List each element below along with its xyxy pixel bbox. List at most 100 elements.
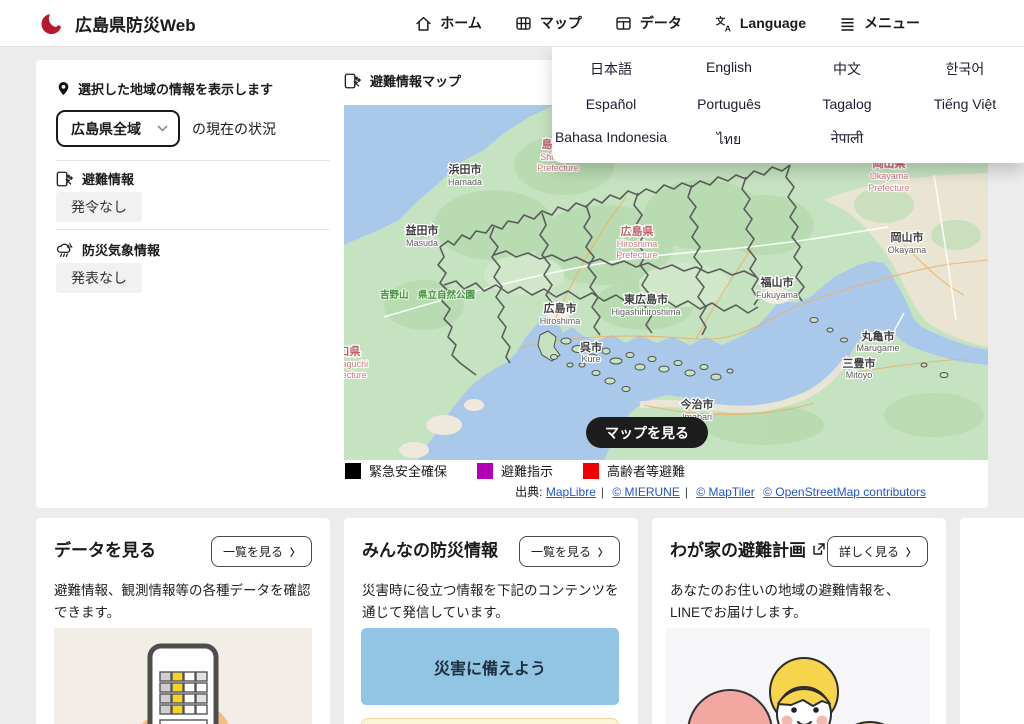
- legend-swatch-magenta: [477, 463, 493, 479]
- see-details-button[interactable]: 詳しく見る 〉: [827, 536, 928, 567]
- phone-hand-illustration: [54, 628, 312, 724]
- card-desc-plan: あなたのお住いの地域の避難情報を、LINEでお届けします。: [670, 580, 928, 625]
- card-title-bousai: みんなの防災情報: [362, 536, 498, 561]
- region-select-suffix: の現在の状況: [192, 119, 276, 139]
- language-icon: 文 A: [714, 14, 733, 33]
- legend-swatch-red: [583, 463, 599, 479]
- legend-label: 高齢者等避難: [607, 461, 685, 480]
- map-label-yamaguchi: 山口県: [344, 344, 361, 358]
- card-title-text: わが家の避難計画: [670, 536, 806, 561]
- view-map-button[interactable]: マップを見る: [586, 417, 708, 448]
- map-label-hiroshima-pref-en2: Prefecture: [616, 250, 658, 260]
- nav-home[interactable]: ホーム: [414, 13, 482, 33]
- map-label-hiroshima-pref: 広島県: [621, 224, 654, 238]
- legend-label: 避難指示: [501, 461, 553, 480]
- lang-spanish[interactable]: Español: [552, 96, 670, 112]
- nav-menu[interactable]: メニュー: [838, 13, 920, 33]
- button-label: 詳しく見る: [839, 543, 899, 560]
- card-title-data: データを見る: [54, 536, 156, 561]
- lang-tagalog[interactable]: Tagalog: [788, 96, 906, 112]
- lang-chinese[interactable]: 中文: [788, 59, 906, 79]
- svg-text:A: A: [725, 23, 731, 33]
- attribution-mierune-link[interactable]: © MIERUNE: [612, 485, 680, 499]
- card-view-data: データを見る 一覧を見る 〉 避難情報、観測情報等の各種データを確認できます。: [36, 518, 330, 724]
- lang-japanese[interactable]: 日本語: [552, 59, 670, 79]
- map-label-hiroshima-pref-en: Hiroshima: [617, 239, 658, 249]
- nav-home-label: ホーム: [440, 13, 482, 33]
- legend-evacuation-order: 避難指示: [477, 461, 553, 480]
- map-label-okayama-city-en: Okayama: [888, 245, 927, 255]
- map-label-imabari: 今治市: [680, 397, 714, 411]
- evacuation-status-badge: 発令なし: [56, 192, 142, 222]
- family-illustration: [666, 628, 930, 724]
- nav-data[interactable]: データ: [614, 13, 682, 33]
- chevron-right-icon: 〉: [598, 544, 608, 559]
- card-head: みんなの防災情報 一覧を見る 〉: [362, 536, 620, 567]
- evacuation-info-heading: 避難情報: [56, 169, 134, 188]
- legend-elderly-evacuation: 高齢者等避難: [583, 461, 685, 480]
- nav-data-label: データ: [640, 13, 682, 33]
- map-label-hiroshima-city-en: Hiroshima: [540, 316, 581, 326]
- weather-info-heading: 防災気象情報: [56, 240, 160, 259]
- lang-korean[interactable]: 한국어: [906, 59, 1024, 79]
- map-label-park: 吉野山 県立自然公園: [380, 289, 475, 301]
- lang-indonesian[interactable]: Bahasa Indonesia: [552, 129, 670, 151]
- weather-alert-icon: [56, 241, 74, 259]
- attribution-osm-link[interactable]: © OpenStreetMap contributors: [763, 485, 926, 499]
- family-drawing: [666, 628, 930, 724]
- region-select-value: 広島県全域: [71, 119, 141, 139]
- map-label-marugame: 丸亀市: [861, 329, 895, 343]
- nav-language-label: Language: [740, 15, 806, 31]
- data-table-icon: [614, 14, 633, 33]
- nav-menu-label: メニュー: [864, 13, 920, 33]
- lang-portuguese[interactable]: Português: [670, 96, 788, 112]
- card-bousai-info: みんなの防災情報 一覧を見る 〉 災害時に役立つ情報を下記のコンテンツを通じて発…: [344, 518, 638, 724]
- evacuation-icon: [56, 170, 74, 188]
- language-dropdown: 日本語 English 中文 한국어 Español Português Tag…: [552, 47, 1024, 163]
- weather-status-badge: 発表なし: [56, 263, 142, 293]
- chevron-down-icon: [157, 125, 168, 132]
- map-label-hiroshima-city: 広島市: [544, 301, 577, 315]
- evacuation-map-icon: [344, 72, 362, 90]
- view-list-button-bousai[interactable]: 一覧を見る 〉: [519, 536, 620, 567]
- menu-icon: [838, 14, 857, 33]
- region-heading-row: 選択した地域の情報を表示します: [56, 79, 273, 98]
- view-list-button-data[interactable]: 一覧を見る 〉: [211, 536, 312, 567]
- crescent-logo-icon: [40, 10, 66, 36]
- lang-english[interactable]: English: [670, 59, 788, 79]
- card-head: データを見る 一覧を見る 〉: [54, 536, 312, 567]
- card-desc-bousai: 災害時に役立つ情報を下記のコンテンツを通じて発信しています。: [362, 580, 620, 625]
- prepare-for-disaster-button[interactable]: 災害に備えよう: [361, 628, 619, 705]
- lang-nepali[interactable]: नेपाली: [788, 129, 906, 151]
- external-link-icon: [812, 542, 826, 556]
- map-grid-icon: [514, 14, 533, 33]
- hiroshima-bousai-web-page: 広島県防災Web ホーム マップ データ: [0, 0, 1024, 724]
- region-select-row: 広島県全域 の現在の状況: [56, 110, 276, 147]
- map-label-hamada-en: Hamada: [448, 177, 482, 187]
- legend-swatch-black: [345, 463, 361, 479]
- attribution-separator: |: [601, 485, 604, 499]
- map-label-kure: 呉市: [580, 340, 602, 354]
- location-pin-icon: [56, 81, 71, 96]
- nav-map[interactable]: マップ: [514, 13, 582, 33]
- attribution-maptiler-link[interactable]: © MapTiler: [696, 485, 754, 499]
- region-select[interactable]: 広島県全域: [56, 110, 180, 147]
- site-logo[interactable]: 広島県防災Web: [40, 10, 196, 36]
- lang-thai[interactable]: ไทย: [670, 129, 788, 151]
- lang-vietnamese[interactable]: Tiếng Việt: [906, 96, 1024, 112]
- nav-map-label: マップ: [540, 13, 582, 33]
- map-label-marugame-en: Marugame: [856, 343, 899, 353]
- card-desc-data: 避難情報、観測情報等の各種データを確認できます。: [54, 580, 312, 625]
- map-label-okayama-pref-en: Okayama: [870, 171, 909, 181]
- map-attribution: 出典: MapLibre| © MIERUNE| © MapTiler © Op…: [344, 483, 988, 500]
- map-label-okayama-pref-en2: Prefecture: [868, 183, 910, 193]
- map-label-higashihiroshima: 東広島市: [624, 292, 668, 306]
- divider: [56, 160, 330, 161]
- attribution-maplibre-link[interactable]: MapLibre: [546, 485, 596, 499]
- next-content-box[interactable]: [361, 718, 619, 724]
- legend-emergency-safety: 緊急安全確保: [345, 461, 447, 480]
- nav-language[interactable]: 文 A Language: [714, 14, 806, 33]
- button-label: 一覧を見る: [531, 543, 591, 560]
- map-label-mitoyo: 三豊市: [843, 356, 876, 370]
- map-label-shimane-en2: Prefecture: [537, 163, 579, 173]
